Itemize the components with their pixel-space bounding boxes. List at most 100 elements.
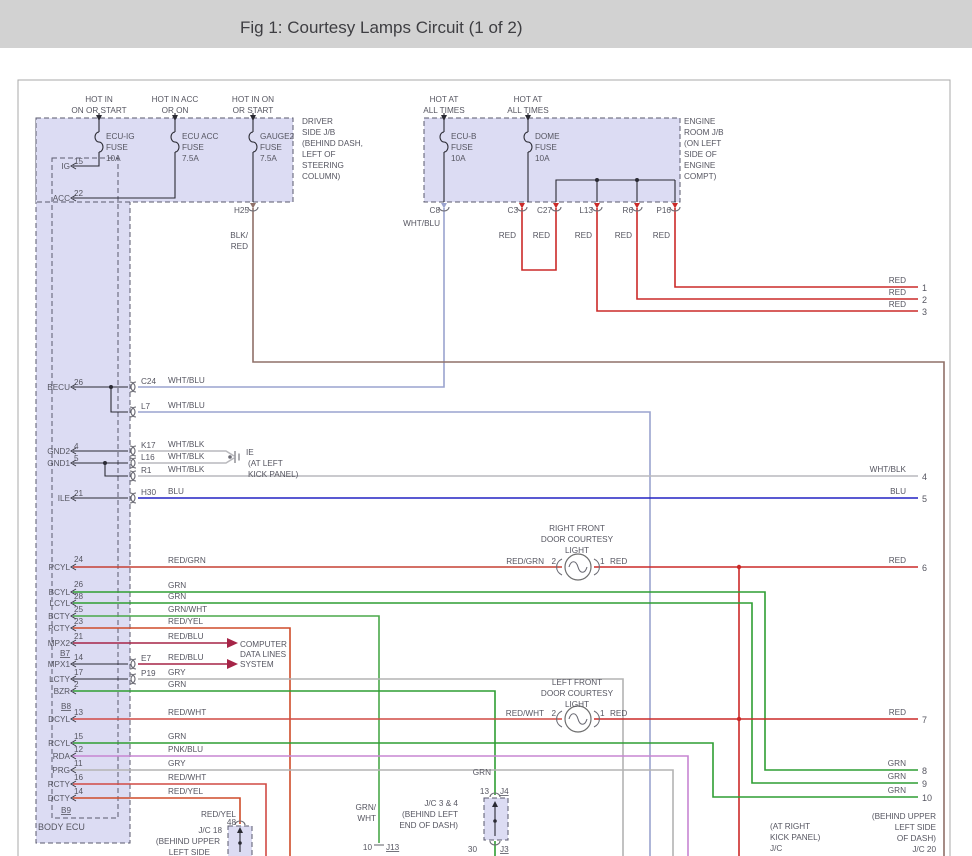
pin-label: LCYL xyxy=(50,599,71,608)
edge-number: 1 xyxy=(922,283,927,293)
pin-label: BZR xyxy=(54,687,70,696)
wire-color-label: WHT/BLK xyxy=(168,452,205,461)
pin-number: 14 xyxy=(74,787,84,796)
connector-id: J4 xyxy=(500,787,509,796)
pin-number: 4 xyxy=(74,442,79,451)
pin-label: ACC xyxy=(53,194,70,203)
wire-color-label: RED xyxy=(231,242,248,251)
pin-label: MPX2 xyxy=(48,639,71,648)
wire-color-label: RED xyxy=(610,709,627,718)
junction-dot xyxy=(737,717,741,721)
pin-label: IG xyxy=(61,162,70,171)
pin-number: 26 xyxy=(74,580,84,589)
pin-number: 48 xyxy=(227,818,237,827)
edge-number: 2 xyxy=(922,295,927,305)
fuse-name: ECU ACC xyxy=(182,132,218,141)
wire-color-label: RED xyxy=(889,288,906,297)
pin-number: 2 xyxy=(551,557,556,566)
pin-label: RCYL xyxy=(48,739,70,748)
connector-id: C27 xyxy=(537,206,552,215)
light-title: LIGHT xyxy=(565,546,589,555)
junction-location: END OF DASH) xyxy=(399,821,458,830)
connector-id: R1 xyxy=(141,466,152,475)
light-title: DOOR COURTESY xyxy=(541,535,614,544)
feed-label: HOT AT xyxy=(514,95,543,104)
feed-label: HOT AT xyxy=(430,95,459,104)
pin-label: GND2 xyxy=(47,447,70,456)
wire-color-label: RED/WHT xyxy=(168,708,206,717)
wire-color-label: BLU xyxy=(168,487,184,496)
driver-jb-label: COLUMN) xyxy=(302,172,340,181)
connector-id: L7 xyxy=(141,402,151,411)
wire-color-label: GRN/ xyxy=(356,803,377,812)
fuse-word: FUSE xyxy=(106,143,128,152)
computer-label: SYSTEM xyxy=(240,660,274,669)
pin-label: ILE xyxy=(58,494,71,503)
wire-color-label: RED xyxy=(575,231,592,240)
junction-location: (AT RIGHT xyxy=(770,822,810,831)
pin-label: RCTY xyxy=(48,780,71,789)
page-title: Fig 1: Courtesy Lamps Circuit (1 of 2) xyxy=(240,18,522,37)
junction-location: (BEHIND UPPER xyxy=(156,837,220,846)
engine-jb-label: ENGINE xyxy=(684,161,716,170)
connector-id: L13 xyxy=(579,206,593,215)
pin-label: PCTY xyxy=(48,624,70,633)
wire-color-label: RED xyxy=(889,556,906,565)
wire-color-label: BLU xyxy=(890,487,906,496)
light-title: LEFT FRONT xyxy=(552,678,602,687)
fuse-name: ECU-IG xyxy=(106,132,135,141)
pin-label: RDA xyxy=(53,752,71,761)
wire-color-label: GRN xyxy=(888,786,906,795)
junction-dot xyxy=(737,565,741,569)
pin-number: 2 xyxy=(551,709,556,718)
pin-number: 15 xyxy=(74,157,84,166)
fuse-word: FUSE xyxy=(182,143,204,152)
wire-color-label: PNK/BLU xyxy=(168,745,203,754)
driver-jb-label: DRIVER xyxy=(302,117,333,126)
fuse-word: FUSE xyxy=(451,143,473,152)
wire-color-label: RED xyxy=(499,231,516,240)
wire-color-label: RED xyxy=(653,231,670,240)
pin-number: 24 xyxy=(74,555,84,564)
pin-label: BCTY xyxy=(48,612,70,621)
computer-label: DATA LINES xyxy=(240,650,287,659)
wiring-diagram: Fig 1: Courtesy Lamps Circuit (1 of 2) xyxy=(0,0,972,856)
wire-color-label: GRN xyxy=(168,592,186,601)
fuse-amp: 10A xyxy=(451,154,466,163)
junction-name: J/C 3 & 4 xyxy=(424,799,458,808)
wire-color-label: GRN xyxy=(888,759,906,768)
wire-color-label: RED xyxy=(533,231,550,240)
engine-jb-label: COMPT) xyxy=(684,172,717,181)
wire-color-label: RED xyxy=(889,708,906,717)
junction-location: (BEHIND UPPER xyxy=(872,812,936,821)
pin-label: PCYL xyxy=(49,563,71,572)
feed-label: ON OR START xyxy=(71,106,126,115)
ground-id: IE xyxy=(246,448,254,457)
wire-color-label: RED/BLU xyxy=(168,653,204,662)
junction-location: KICK PANEL) xyxy=(770,833,821,842)
connector-id: H30 xyxy=(141,488,156,497)
connector-id: E7 xyxy=(141,654,151,663)
wire-color-label: RED/GRN xyxy=(168,556,206,565)
pin-label: BCYL xyxy=(49,588,71,597)
connector-id: L16 xyxy=(141,453,155,462)
wire-color-label: GRN xyxy=(168,732,186,741)
feed-label: ALL TIMES xyxy=(507,106,549,115)
connector-id: K17 xyxy=(141,441,156,450)
wire-color-label: RED/YEL xyxy=(168,787,203,796)
wire-color-label: RED/GRN xyxy=(506,557,544,566)
fuse-name: GAUGE2 xyxy=(260,132,295,141)
wire-color-label: WHT/BLK xyxy=(870,465,907,474)
ground-location: KICK PANEL) xyxy=(248,470,299,479)
light-title: LIGHT xyxy=(565,700,589,709)
feed-label: HOT IN ACC xyxy=(152,95,199,104)
connector-id: R6 xyxy=(623,206,634,215)
pin-number: 5 xyxy=(74,454,79,463)
light-title: DOOR COURTESY xyxy=(541,689,614,698)
pin-label: MPX1 xyxy=(48,660,71,669)
wire-color-label: RED/BLU xyxy=(168,632,204,641)
fuse-amp: 10A xyxy=(106,154,121,163)
wire-color-label: GRY xyxy=(168,668,186,677)
edge-number: 7 xyxy=(922,715,927,725)
edge-number: 3 xyxy=(922,307,927,317)
